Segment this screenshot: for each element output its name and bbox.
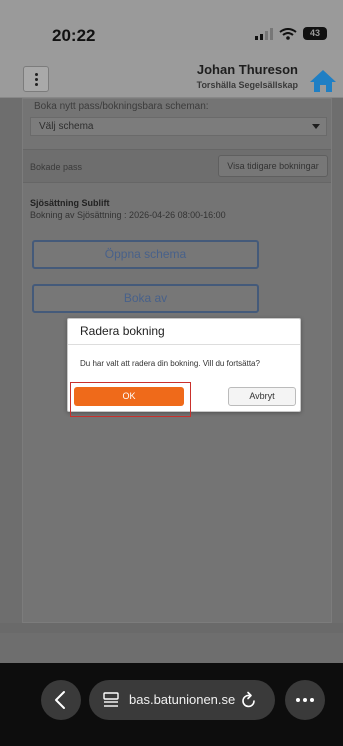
open-schedule-button[interactable]: Öppna schema <box>32 240 259 269</box>
status-time: 20:22 <box>52 26 96 45</box>
club-name: Torshälla Segelsällskap <box>196 80 298 90</box>
home-icon[interactable] <box>308 68 338 94</box>
schedule-select-value: Välj schema <box>39 121 94 132</box>
kebab-menu-icon[interactable] <box>23 66 49 92</box>
chevron-down-icon <box>312 124 320 129</box>
back-button[interactable] <box>41 680 81 720</box>
more-icon <box>296 698 314 702</box>
browser-toolbar: bas.batunionen.se <box>0 663 343 746</box>
booking-item-desc: Bokning av Sjösättning : 2026-04-26 08:0… <box>30 210 226 220</box>
user-name: Johan Thureson <box>196 62 298 77</box>
booking-item-title: Sjösättning Sublift <box>30 198 110 208</box>
user-info: Johan Thureson Torshälla Segelsällskap <box>197 62 298 90</box>
more-button[interactable] <box>285 680 325 720</box>
site-icon <box>103 692 119 707</box>
previous-bookings-button[interactable]: Visa tidigare bokningar <box>218 155 328 177</box>
cancel-booking-button[interactable]: Boka av <box>32 284 259 313</box>
schedule-select[interactable]: Välj schema <box>30 117 327 136</box>
booked-label: Bokade pass <box>30 162 83 172</box>
dialog-message: Du har valt att radera din bokning. Vill… <box>80 359 260 368</box>
back-icon <box>55 691 65 709</box>
dialog-title: Radera bokning <box>68 319 300 345</box>
battery-icon: 43 <box>303 27 327 40</box>
page-footer-band <box>0 623 343 633</box>
booked-row: Bokade pass Visa tidigare bokningar <box>23 149 331 183</box>
url-text: bas.batunionen.se <box>129 692 236 707</box>
app-header: Johan Thureson Torshälla Segelsällskap <box>0 50 343 98</box>
new-pass-label: Boka nytt pass/bokningsbara scheman: <box>34 101 209 112</box>
abort-button[interactable]: Avbryt <box>228 387 296 406</box>
signal-icon <box>255 27 273 40</box>
status-icons: 43 <box>255 27 327 40</box>
wifi-icon <box>279 27 297 40</box>
address-bar[interactable]: bas.batunionen.se <box>89 680 275 720</box>
ok-highlight-box <box>70 382 191 417</box>
status-bar: 20:22 43 <box>0 0 343 50</box>
reload-icon[interactable] <box>241 691 257 709</box>
